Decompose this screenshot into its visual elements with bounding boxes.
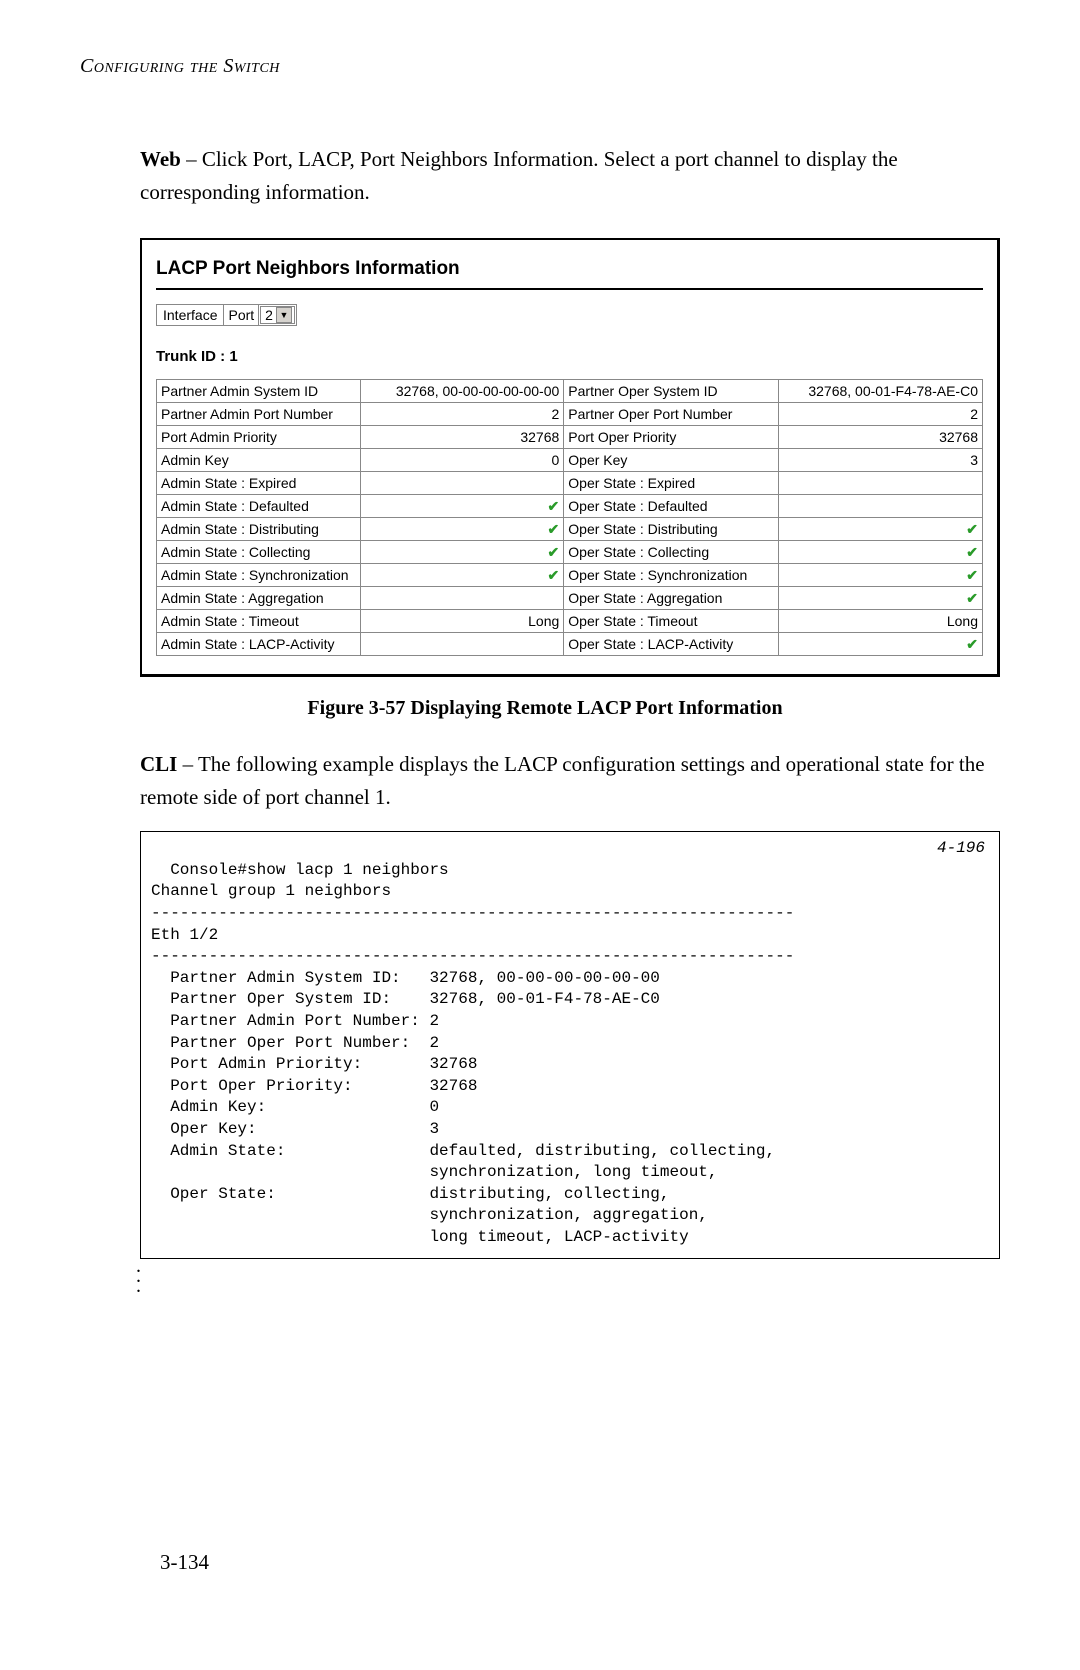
table-row: Admin State : Distributing✔Oper State : … xyxy=(157,518,983,541)
cell-key: Oper Key xyxy=(564,449,779,472)
cell-key: Oper State : LACP-Activity xyxy=(564,633,779,656)
divider xyxy=(156,288,983,290)
check-icon: ✔ xyxy=(966,521,978,538)
cell-key: Oper State : Distributing xyxy=(564,518,779,541)
cli-intro-text: – The following example displays the LAC… xyxy=(140,752,985,809)
cell-key: Port Admin Priority xyxy=(157,426,361,449)
cell-val: 32768, 00-01-F4-78-AE-C0 xyxy=(779,380,983,403)
cell-val xyxy=(360,587,564,610)
check-icon: ✔ xyxy=(966,636,978,653)
cell-val xyxy=(360,472,564,495)
cell-val: ✔ xyxy=(779,518,983,541)
cli-page-ref: 4-196 xyxy=(937,838,985,860)
cell-val: ✔ xyxy=(360,518,564,541)
chevron-down-icon[interactable]: ▼ xyxy=(276,307,292,323)
table-row: Admin State : Aggregation Oper State : Ag… xyxy=(157,587,983,610)
ellipsis-icon: ... xyxy=(136,1261,1010,1291)
port-select-value: 2 xyxy=(265,307,273,323)
check-icon: ✔ xyxy=(548,521,560,538)
cell-key: Partner Oper System ID xyxy=(564,380,779,403)
cell-val: ✔ xyxy=(360,541,564,564)
cell-val xyxy=(779,472,983,495)
table-row: Admin Key0Oper Key3 xyxy=(157,449,983,472)
cell-key: Port Oper Priority xyxy=(564,426,779,449)
cell-key: Oper State : Expired xyxy=(564,472,779,495)
cell-key: Partner Admin System ID xyxy=(157,380,361,403)
cell-key: Admin State : Aggregation xyxy=(157,587,361,610)
cli-label: CLI xyxy=(140,752,177,776)
lacp-panel: LACP Port Neighbors Information Interfac… xyxy=(140,238,1000,677)
check-icon: ✔ xyxy=(966,590,978,607)
cell-val xyxy=(360,633,564,656)
table-row: Admin State : LACP-Activity Oper State : … xyxy=(157,633,983,656)
cell-key: Oper State : Aggregation xyxy=(564,587,779,610)
table-row: Port Admin Priority32768Port Oper Priori… xyxy=(157,426,983,449)
cell-val: 0 xyxy=(360,449,564,472)
web-intro-text: – Click Port, LACP, Port Neighbors Infor… xyxy=(140,147,898,204)
cell-val: Long xyxy=(779,610,983,633)
table-row: Partner Admin Port Number2Partner Oper P… xyxy=(157,403,983,426)
cell-key: Oper State : Timeout xyxy=(564,610,779,633)
cell-val: Long xyxy=(360,610,564,633)
figure-caption: Figure 3-57 Displaying Remote LACP Port … xyxy=(80,697,1010,720)
interface-selector: Interface Port 2 ▼ xyxy=(156,304,297,326)
cell-key: Oper State : Defaulted xyxy=(564,495,779,518)
cell-key: Admin State : Distributing xyxy=(157,518,361,541)
cell-key: Admin State : LACP-Activity xyxy=(157,633,361,656)
page-number: 3-134 xyxy=(160,1550,209,1575)
cell-val: ✔ xyxy=(360,564,564,587)
cell-val: 32768 xyxy=(779,426,983,449)
port-select[interactable]: 2 ▼ xyxy=(260,306,295,324)
cell-val: ✔ xyxy=(779,633,983,656)
check-icon: ✔ xyxy=(548,567,560,584)
table-row: Admin State : Expired Oper State : Expire… xyxy=(157,472,983,495)
web-label: Web xyxy=(140,147,181,171)
interface-type: Port xyxy=(224,305,259,325)
check-icon: ✔ xyxy=(548,544,560,561)
cell-key: Admin State : Expired xyxy=(157,472,361,495)
cell-val: 2 xyxy=(779,403,983,426)
cell-key: Partner Oper Port Number xyxy=(564,403,779,426)
cell-val: 2 xyxy=(360,403,564,426)
cli-text: Console#show lacp 1 neighbors Channel gr… xyxy=(151,861,794,1246)
cell-val: 32768, 00-00-00-00-00-00 xyxy=(360,380,564,403)
neighbors-table: Partner Admin System ID32768, 00-00-00-0… xyxy=(156,379,983,656)
table-row: Admin State : Collecting✔Oper State : Co… xyxy=(157,541,983,564)
cell-key: Admin State : Timeout xyxy=(157,610,361,633)
cell-key: Admin State : Synchronization xyxy=(157,564,361,587)
table-row: Admin State : Defaulted ✔Oper State : Def… xyxy=(157,495,983,518)
cell-val: ✔ xyxy=(779,587,983,610)
cell-val: 32768 xyxy=(360,426,564,449)
cell-val: ✔ xyxy=(360,495,564,518)
cell-key: Oper State : Collecting xyxy=(564,541,779,564)
cell-key: Admin State : Collecting xyxy=(157,541,361,564)
check-icon: ✔ xyxy=(548,498,560,515)
cli-output: 4-196 Console#show lacp 1 neighbors Chann… xyxy=(140,831,1000,1259)
cell-val: 3 xyxy=(779,449,983,472)
table-row: Admin State : Synchronization✔Oper State… xyxy=(157,564,983,587)
cell-key: Partner Admin Port Number xyxy=(157,403,361,426)
page-header: Configuring the Switch xyxy=(80,55,1010,78)
cell-key: Admin State : Defaulted xyxy=(157,495,361,518)
check-icon: ✔ xyxy=(966,544,978,561)
check-icon: ✔ xyxy=(966,567,978,584)
cell-key: Oper State : Synchronization xyxy=(564,564,779,587)
cell-val xyxy=(779,495,983,518)
cell-key: Admin Key xyxy=(157,449,361,472)
table-row: Partner Admin System ID32768, 00-00-00-0… xyxy=(157,380,983,403)
trunk-id: Trunk ID : 1 xyxy=(156,348,983,365)
cell-val: ✔ xyxy=(779,541,983,564)
cli-intro: CLI – The following example displays the… xyxy=(140,748,1000,813)
web-intro: Web – Click Port, LACP, Port Neighbors I… xyxy=(140,143,1000,208)
interface-label: Interface xyxy=(157,305,224,325)
cell-val: ✔ xyxy=(779,564,983,587)
panel-title: LACP Port Neighbors Information xyxy=(156,258,983,280)
table-row: Admin State : TimeoutLongOper State : Ti… xyxy=(157,610,983,633)
